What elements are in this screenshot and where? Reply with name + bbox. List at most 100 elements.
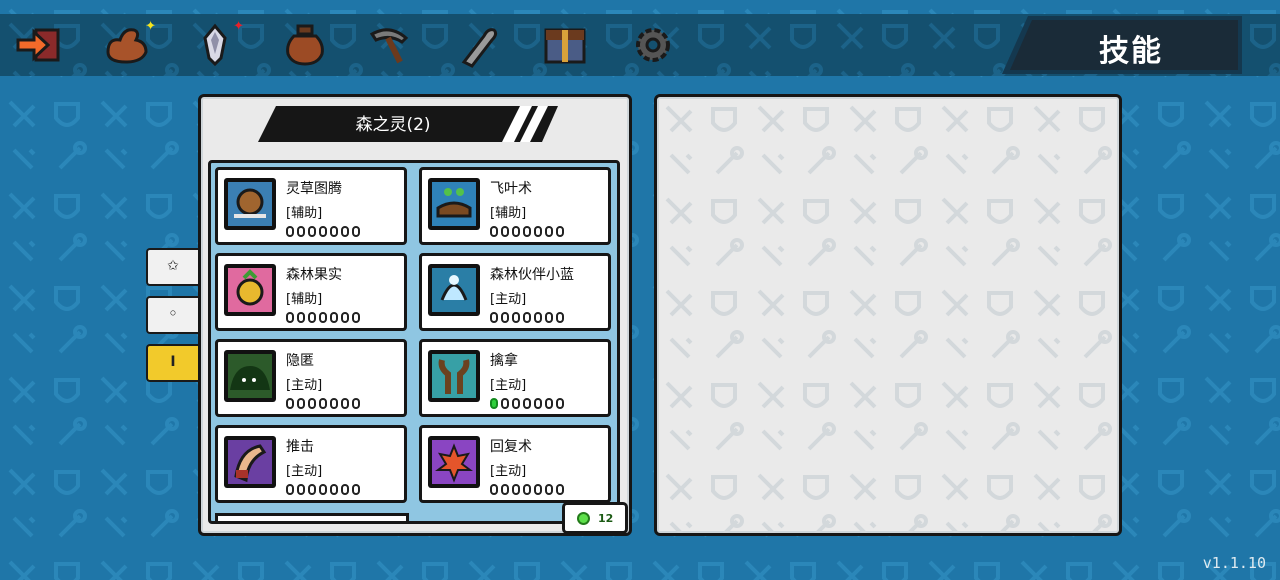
level-pip [341, 398, 349, 409]
tab-circle[interactable]: ◦ [146, 296, 198, 334]
skill-name: 森林伙伴小蓝 [490, 267, 574, 283]
level-pip [308, 484, 316, 495]
leaf-hands-icon [428, 178, 480, 230]
tab-star[interactable]: ✩ [146, 248, 198, 286]
level-pip [352, 312, 360, 323]
green-gem-icon [577, 512, 590, 525]
snail-totem-icon [224, 178, 276, 230]
level-pip [297, 312, 305, 323]
level-pip [501, 312, 509, 323]
skill-card[interactable]: 森林伙伴小蓝 [主动] [419, 253, 611, 331]
treasure-chest-icon[interactable] [540, 22, 590, 68]
level-pip [556, 398, 564, 409]
level-pip [523, 484, 531, 495]
exit-arrow-icon[interactable] [14, 22, 64, 68]
skill-name: 擒拿 [490, 353, 518, 369]
version-label: v1.1.10 [1202, 554, 1266, 572]
level-pip [297, 226, 305, 237]
level-pip [534, 484, 542, 495]
page-title: 技能 [1099, 34, 1163, 69]
skill-grid[interactable]: 灵草图腾 [辅助] 飞叶术 [辅助] 森林果实 [辅助] 森林伙伴小蓝 [主动] 隐匿 [主动] 擒… [208, 160, 620, 524]
skill-detail-panel [654, 94, 1122, 536]
level-pip [319, 398, 327, 409]
skill-card[interactable]: 隐匿 [主动] [215, 339, 407, 417]
skill-type: [辅助] [490, 206, 527, 221]
level-pip [341, 226, 349, 237]
tab-tier-one[interactable]: I [146, 344, 198, 382]
blue-spirit-icon [428, 264, 480, 316]
level-pip [352, 484, 360, 495]
muscle-arm-icon[interactable]: ✦ [102, 20, 156, 68]
skill-name: 隐匿 [286, 353, 314, 369]
new-badge-icon: ✦ [145, 19, 156, 34]
skill-card[interactable]: 灵草图腾 [辅助] [215, 167, 407, 245]
level-pip [330, 398, 338, 409]
level-pip [308, 226, 316, 237]
skill-type: [主动] [286, 464, 323, 479]
skill-card[interactable]: 森林果实 [辅助] [215, 253, 407, 331]
level-pip [352, 226, 360, 237]
skill-type: [主动] [490, 292, 527, 307]
bone-weapon-icon[interactable] [452, 22, 502, 68]
level-pip [490, 484, 498, 495]
skill-card-partial [215, 513, 409, 521]
level-pip [534, 398, 542, 409]
skill-points-badge: 12 [562, 502, 628, 534]
detail-panel-pattern [657, 97, 1119, 533]
skill-level-pips [490, 312, 564, 324]
level-pip [286, 398, 294, 409]
crystal-gem-icon[interactable]: ✦ [190, 20, 244, 68]
skill-name: 森林果实 [286, 267, 342, 283]
skill-tree-banner: 森之灵(2) [258, 106, 564, 142]
level-pip [523, 226, 531, 237]
level-pip [297, 484, 305, 495]
skill-name: 回复术 [490, 439, 532, 455]
level-pip [490, 226, 498, 237]
level-pip [556, 312, 564, 323]
skill-tree-title: 森之灵(2) [355, 115, 431, 135]
level-pip [512, 312, 520, 323]
skill-points-count: 12 [598, 512, 614, 525]
level-pip [534, 226, 542, 237]
skill-name: 推击 [286, 439, 314, 455]
skill-type: [辅助] [286, 292, 323, 307]
skill-level-pips [490, 398, 564, 410]
level-pip [523, 312, 531, 323]
forest-fruit-icon [224, 264, 276, 316]
level-pip [523, 398, 531, 409]
level-pip [512, 398, 520, 409]
skill-card[interactable]: 飞叶术 [辅助] [419, 167, 611, 245]
pickaxe-icon[interactable] [364, 22, 414, 68]
bush-stealth-icon [224, 350, 276, 402]
level-pip [341, 484, 349, 495]
level-pip [556, 226, 564, 237]
level-pip [308, 398, 316, 409]
level-pip [319, 312, 327, 323]
level-pip [556, 484, 564, 495]
potion-jar-icon[interactable] [280, 22, 330, 68]
skill-level-pips [286, 398, 360, 410]
maple-heal-icon [428, 436, 480, 488]
level-pip [319, 484, 327, 495]
level-pip [330, 484, 338, 495]
skill-level-pips [490, 226, 564, 238]
level-pip [534, 312, 542, 323]
tree-grab-icon [428, 350, 480, 402]
level-pip [319, 226, 327, 237]
skill-name: 灵草图腾 [286, 181, 342, 197]
page-title-plate: 技能 [1002, 16, 1242, 74]
skill-card[interactable]: 推击 [主动] [215, 425, 407, 503]
skill-type: [主动] [490, 378, 527, 393]
skill-level-pips [286, 484, 360, 496]
level-pip [341, 312, 349, 323]
skill-level-pips [286, 312, 360, 324]
level-pip [286, 484, 294, 495]
skill-card[interactable]: 回复术 [主动] [419, 425, 611, 503]
skill-card[interactable]: 擒拿 [主动] [419, 339, 611, 417]
level-pip [330, 312, 338, 323]
level-pip [545, 312, 553, 323]
level-pip [352, 398, 360, 409]
level-pip [545, 484, 553, 495]
settings-gear-icon[interactable] [628, 22, 678, 68]
level-pip [501, 398, 509, 409]
